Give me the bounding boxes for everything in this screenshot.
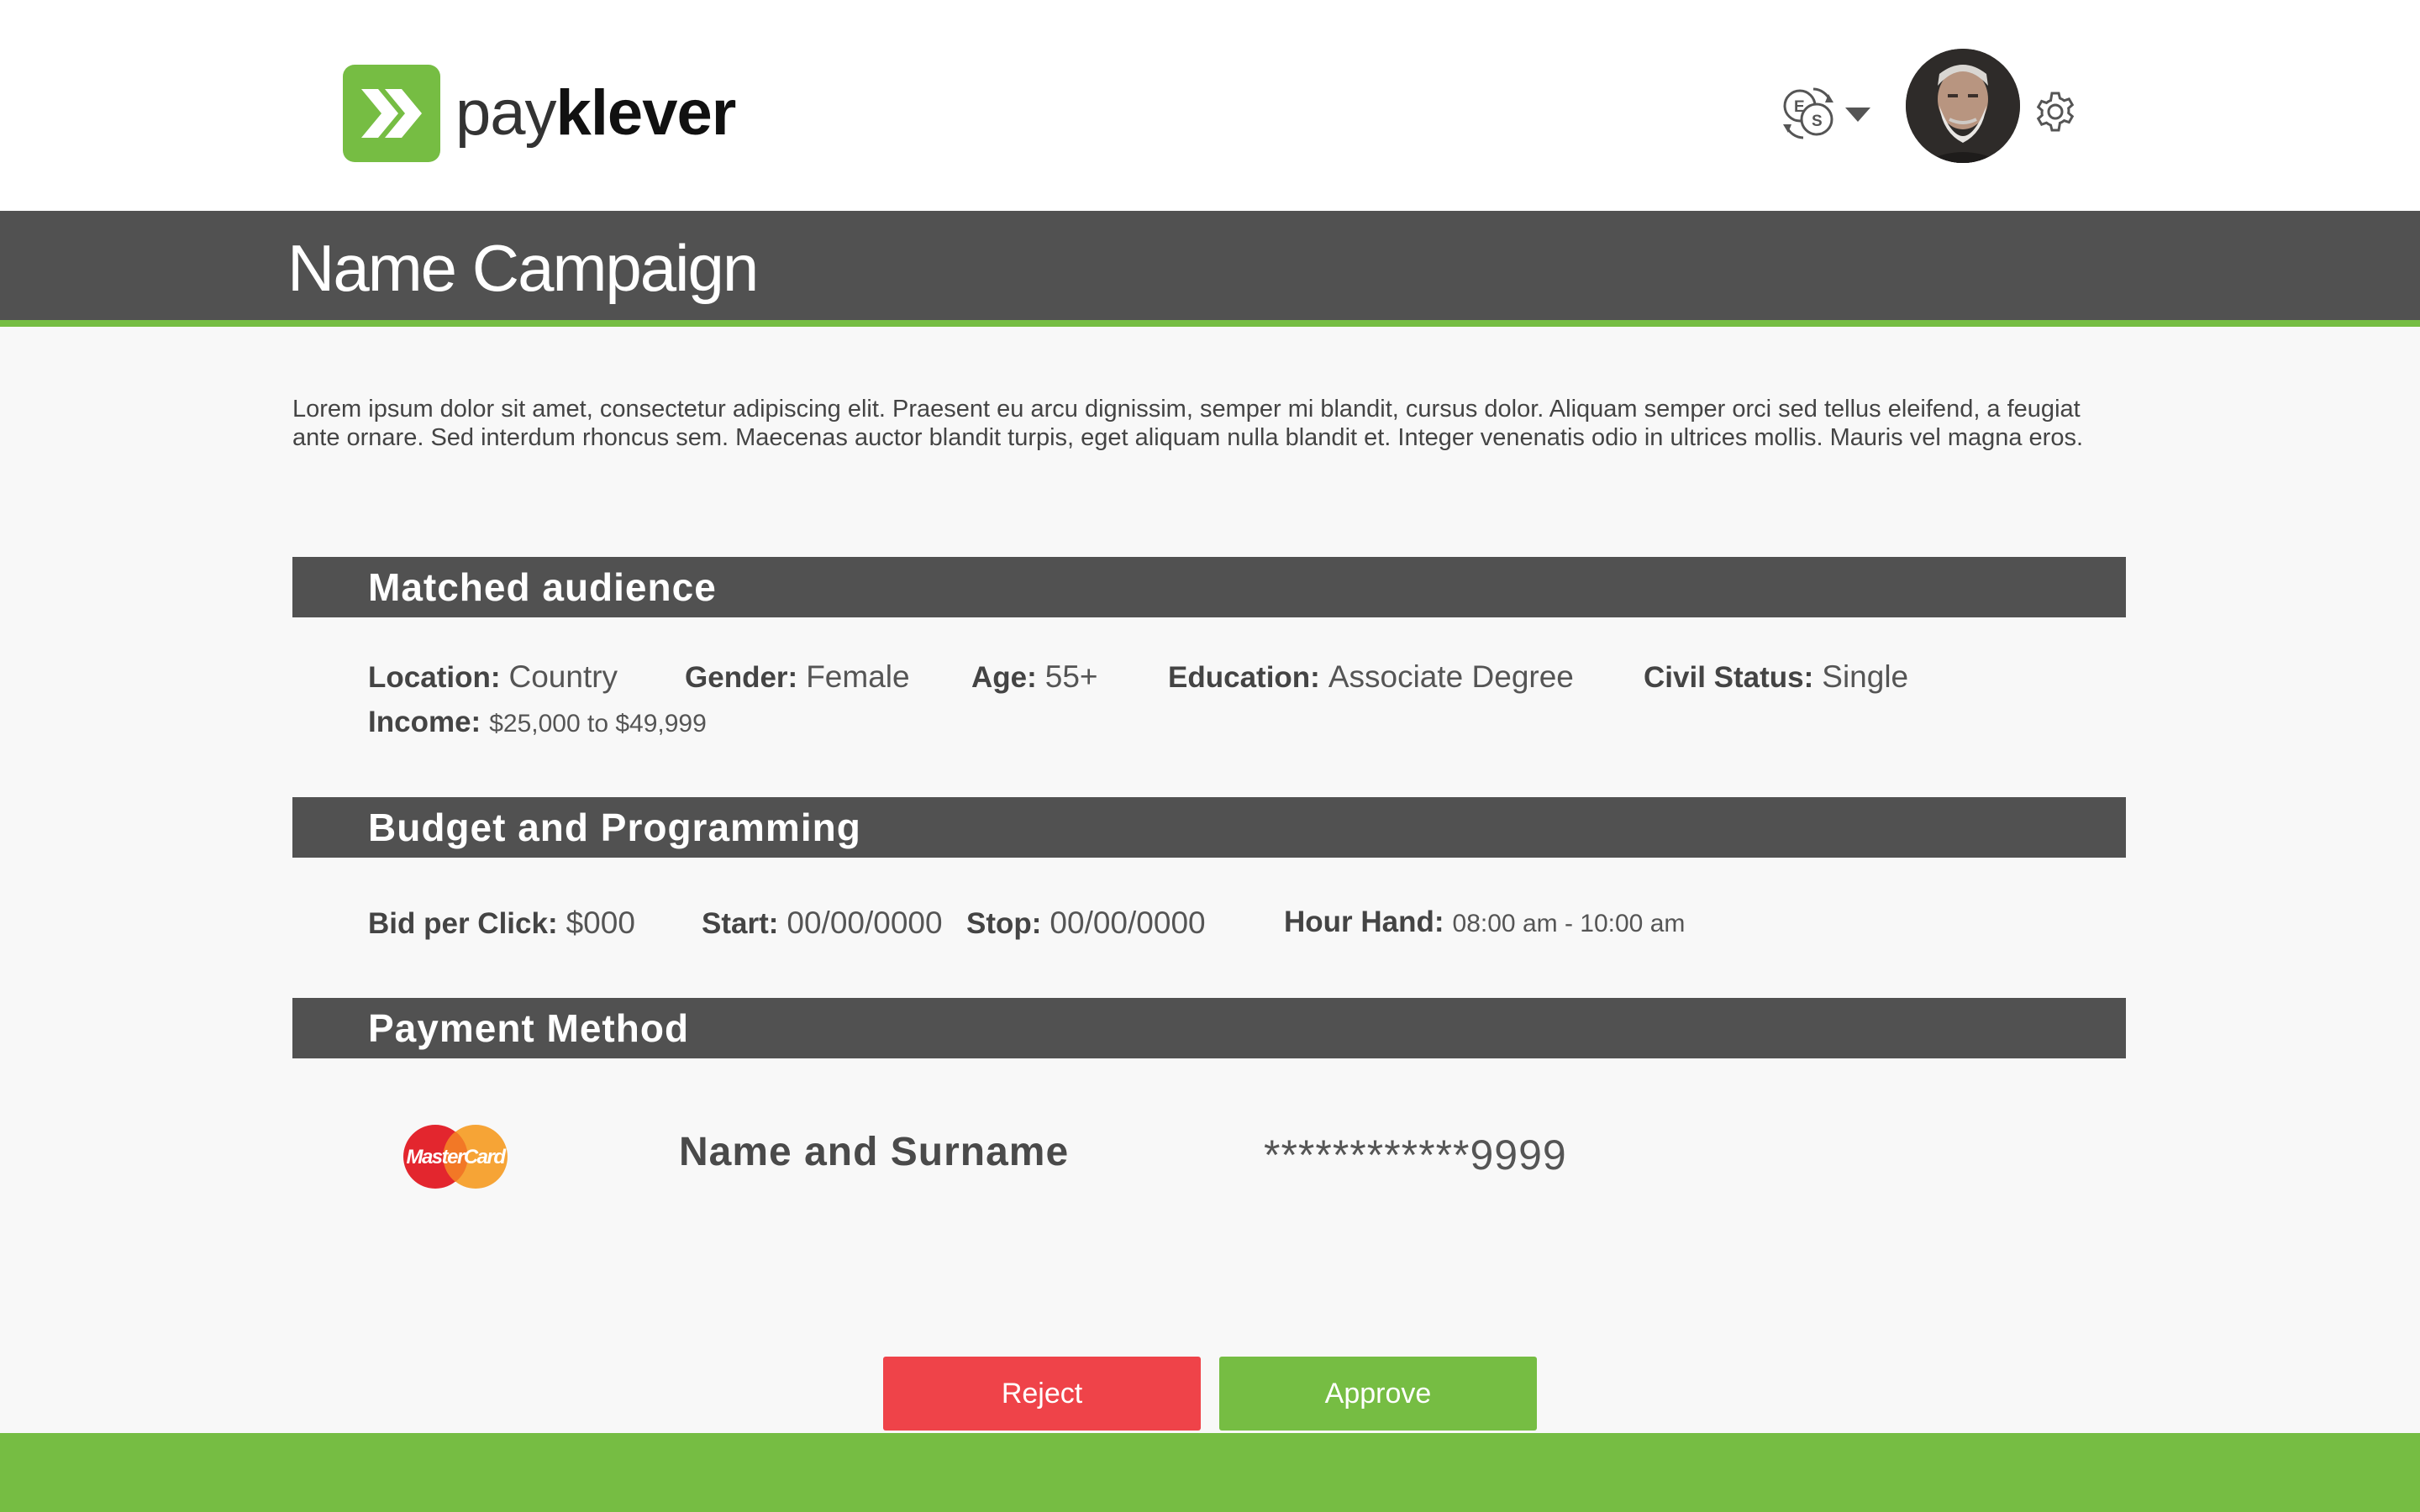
field-value: $25,000 to $49,999 [489, 710, 707, 738]
currency-exchange-icon: E S [1783, 87, 1833, 139]
field-value: Associate Degree [1328, 659, 1574, 694]
field-label: Income: [368, 706, 481, 738]
brand-name-light: pay [455, 77, 557, 149]
brand-name: payklever [455, 81, 736, 145]
section-header-budget: Budget and Programming [292, 797, 2126, 858]
budget-bid-per-click: Bid per Click: $000 [368, 906, 635, 941]
audience-education: Education: Associate Degree [1168, 659, 1574, 695]
gear-icon[interactable] [2033, 90, 2077, 134]
field-label: Bid per Click: [368, 907, 558, 940]
section-title: Payment Method [368, 1006, 690, 1050]
page-title-bar: Name Campaign [0, 211, 2420, 327]
masked-card-number: ************9999 [1264, 1131, 1567, 1179]
brand-name-bold: klever [555, 77, 737, 149]
chevron-down-icon [1845, 107, 1870, 122]
page-title: Name Campaign [287, 231, 759, 305]
footer-bar [0, 1433, 2420, 1512]
audience-civil-status: Civil Status: Single [1644, 659, 1908, 695]
field-label: Start: [702, 907, 779, 940]
section-title: Budget and Programming [368, 806, 861, 849]
budget-stop: Stop: 00/00/0000 [966, 906, 1206, 941]
currency-glyph-dollar: S [1812, 113, 1823, 130]
section-header-payment: Payment Method [292, 998, 2126, 1058]
section-header-audience: Matched audience [292, 557, 2126, 617]
currency-selector[interactable]: E S [1776, 81, 1870, 144]
field-value: 55+ [1044, 659, 1098, 694]
budget-start: Start: 00/00/0000 [702, 906, 943, 941]
budget-hour-hand: Hour Hand: 08:00 am - 10:00 am [1284, 906, 1685, 939]
card-holder-name: Name and Surname [679, 1130, 1070, 1174]
field-label: Location: [368, 661, 501, 694]
field-value: Female [806, 659, 910, 694]
mastercard-icon: MasterCard [403, 1125, 508, 1189]
field-value: Country [508, 659, 618, 694]
field-label: Age: [971, 661, 1037, 694]
card-brand-text: MasterCard [406, 1146, 507, 1168]
field-value: Single [1822, 659, 1909, 694]
audience-age: Age: 55+ [971, 659, 1098, 695]
field-value: 08:00 am - 10:00 am [1452, 910, 1686, 937]
payklever-logo[interactable]: payklever [343, 65, 736, 162]
field-label: Stop: [966, 907, 1042, 940]
double-chevron-right-icon [343, 65, 440, 162]
section-title: Matched audience [368, 565, 717, 609]
reject-button[interactable]: Reject [883, 1357, 1201, 1431]
field-value: $000 [566, 906, 635, 940]
field-value: 00/00/0000 [1050, 906, 1206, 940]
top-header: payklever E S [0, 0, 2420, 211]
currency-glyph-euro: E [1794, 98, 1805, 116]
campaign-description: Lorem ipsum dolor sit amet, consectetur … [292, 396, 2084, 451]
audience-location: Location: Country [368, 659, 618, 695]
field-label: Gender: [685, 661, 798, 694]
approve-button[interactable]: Approve [1219, 1357, 1537, 1431]
audience-income: Income: $25,000 to $49,999 [368, 706, 707, 739]
user-avatar[interactable] [1906, 49, 2020, 163]
audience-gender: Gender: Female [685, 659, 910, 695]
field-label: Hour Hand: [1284, 906, 1444, 938]
field-label: Education: [1168, 661, 1320, 694]
field-value: 00/00/0000 [786, 906, 943, 940]
field-label: Civil Status: [1644, 661, 1814, 694]
